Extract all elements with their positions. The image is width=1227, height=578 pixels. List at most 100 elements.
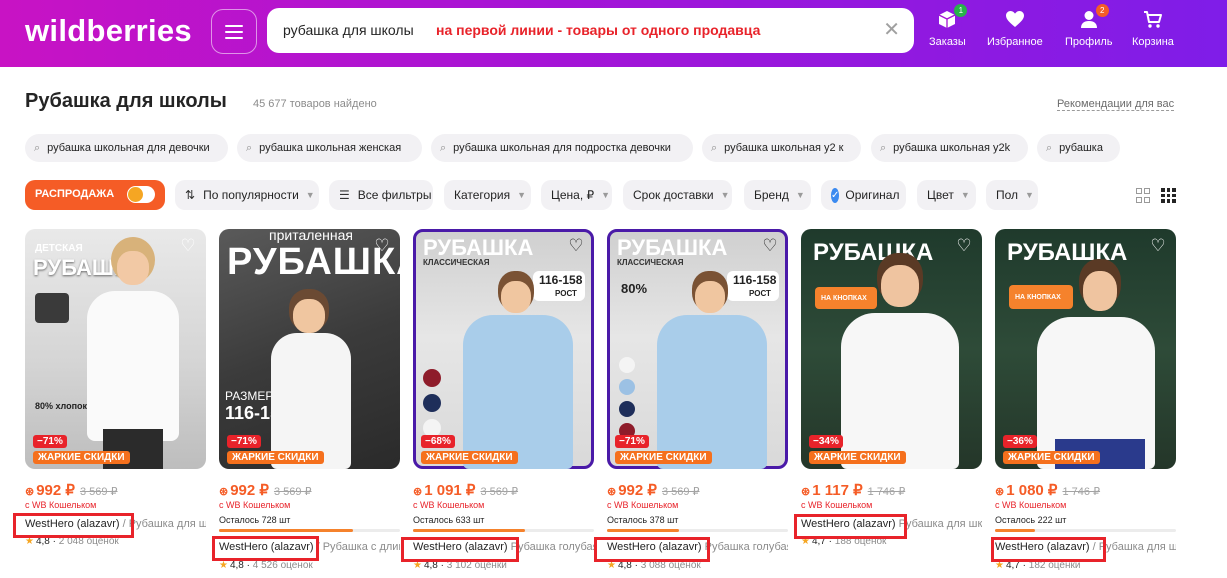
category-label: Категория: [454, 188, 511, 202]
sale-toggle[interactable]: [127, 186, 155, 203]
page-title: Рубашка для школы: [25, 90, 227, 112]
suggestion-chip[interactable]: ⌕ рубашка школьная y2k: [871, 134, 1028, 162]
profile-badge: 2: [1095, 4, 1109, 17]
favorite-icon[interactable]: ♡: [1147, 235, 1169, 257]
photo-caption: 80% хлопок: [35, 401, 88, 411]
child-face: [881, 265, 919, 307]
favorite-icon[interactable]: ♡: [759, 235, 781, 257]
product-name: Рубашка голубая: [704, 541, 788, 553]
promo-tag: ЖАРКИЕ СКИДКИ: [615, 451, 712, 464]
product-photo[interactable]: РУБАШКА КЛАССИЧЕСКАЯ 116-158 РОСТ ♡ −68%…: [413, 229, 594, 469]
results-count: 45 677 товаров найдено: [253, 98, 377, 110]
wallet-note: с WB Кошельком: [219, 500, 291, 510]
clear-icon[interactable]: ✕: [883, 19, 900, 41]
discount-badge: −71%: [227, 435, 261, 448]
product-photo[interactable]: РУБАШКА НА КНОПКАХ ♡ −34% ЖАРКИЕ СКИДКИ: [801, 229, 982, 469]
filters-icon: ☰: [339, 188, 350, 202]
seller-highlight-box: [991, 537, 1106, 562]
color-filter[interactable]: Цвет ▼: [917, 180, 976, 210]
original-filter[interactable]: ✓ Оригинал: [821, 180, 906, 210]
current-price: 992 ₽: [36, 482, 75, 499]
sort-icon: ⇅: [185, 188, 196, 202]
brand-filter[interactable]: Бренд ▼: [744, 180, 811, 210]
wallet-icon: ⊛: [219, 486, 229, 498]
child-face: [1083, 271, 1117, 311]
price: ⊛ 1 117 ₽ 1 746 ₽: [801, 481, 905, 499]
suggestion-chip[interactable]: ⌕ рубашка школьная для девочки: [25, 134, 228, 162]
product-photo[interactable]: приталенная РУБАШКА РАЗМЕРЫ 116-158 ♡ −7…: [219, 229, 400, 469]
old-price: 3 569 ₽: [273, 486, 312, 498]
favorite-icon[interactable]: ♡: [371, 235, 393, 257]
price: ⊛ 992 ₽ 3 569 ₽: [607, 481, 700, 499]
large-grid-view-icon[interactable]: [1136, 188, 1151, 203]
product-card[interactable]: РУБАШКА КЛАССИЧЕСКАЯ 116-158 РОСТ ♡ −68%…: [413, 229, 594, 578]
suggestion-chip[interactable]: ⌕ рубашка: [1037, 134, 1120, 162]
user-icon: 2: [1078, 4, 1109, 30]
category-filter[interactable]: Категория ▼: [444, 180, 531, 210]
wallet-icon: ⊛: [801, 486, 811, 498]
nav-favorites-label: Избранное: [987, 36, 1043, 48]
wallet-note: с WB Кошельком: [607, 500, 679, 510]
discount-badge: −71%: [33, 435, 67, 448]
favorite-icon[interactable]: ♡: [177, 235, 199, 257]
discount-badge: −36%: [1003, 435, 1037, 448]
product-photo[interactable]: РУБАШКА НА КНОПКАХ ♡ −36% ЖАРКИЕ СКИДКИ: [995, 229, 1176, 469]
seller-highlight-box: [212, 536, 319, 561]
original-label: Оригинал: [845, 188, 900, 202]
price: ⊛ 1 091 ₽ 3 569 ₽: [413, 481, 518, 499]
wildberries-logo[interactable]: wildberries: [25, 13, 192, 49]
recommendations-link[interactable]: Рекомендации для вас: [1057, 98, 1175, 111]
product-photo[interactable]: ДЕТСКАЯ РУБАШКА 80% хлопок ♡ −71% ЖАРКИЕ…: [25, 229, 206, 469]
wallet-note: с WB Кошельком: [995, 500, 1067, 510]
current-price: 992 ₽: [618, 482, 657, 499]
stock-bar: [219, 529, 400, 532]
badge-graphic: [35, 293, 69, 323]
product-name: Рубашка голубая: [510, 541, 594, 553]
search-annotation: на первой линии - товары от одного прода…: [436, 22, 761, 38]
rating-value: 4,8: [229, 560, 244, 571]
old-price: 3 569 ₽: [480, 486, 519, 498]
menu-button[interactable]: [211, 9, 257, 54]
color-swatch: [619, 357, 635, 373]
product-card[interactable]: приталенная РУБАШКА РАЗМЕРЫ 116-158 ♡ −7…: [219, 229, 400, 578]
nav-profile[interactable]: 2 Профиль: [1065, 4, 1113, 48]
product-card[interactable]: РУБАШКА НА КНОПКАХ ♡ −36% ЖАРКИЕ СКИДКИ …: [995, 229, 1176, 578]
seller-highlight-box: [13, 513, 134, 538]
stock-left: Осталось 633 шт: [413, 515, 485, 525]
nav-orders[interactable]: 1 Заказы: [929, 4, 968, 48]
all-filters-button[interactable]: ☰ Все фильтры: [329, 180, 433, 210]
photo-caption: 116-158: [733, 273, 777, 287]
suggestion-chip[interactable]: ⌕ рубашка школьная y2 к: [702, 134, 861, 162]
price-filter[interactable]: Цена, ₽ ▼: [541, 180, 612, 210]
wallet-note: с WB Кошельком: [801, 500, 873, 510]
product-card[interactable]: РУБАШКА КЛАССИЧЕСКАЯ 80% 116-158 РОСТ ♡ …: [607, 229, 788, 578]
nav-favorites[interactable]: Избранное: [987, 8, 1043, 48]
suggestion-label: рубашка: [1059, 142, 1103, 154]
current-price: 1 091 ₽: [424, 482, 476, 499]
sort-button[interactable]: ⇅ По популярности ▼: [175, 180, 319, 210]
search-bar[interactable]: рубашка для школы на первой линии - това…: [267, 8, 914, 53]
search-icon: ⌕: [440, 141, 447, 154]
stock-bar: [995, 529, 1176, 532]
seller-highlight-box: [794, 514, 907, 539]
child-face: [501, 281, 531, 313]
menu-icon-line: [225, 24, 243, 27]
product-photo[interactable]: РУБАШКА КЛАССИЧЕСКАЯ 80% 116-158 РОСТ ♡ …: [607, 229, 788, 469]
sale-filter[interactable]: РАСПРОДАЖА: [25, 180, 165, 210]
suggestion-chip[interactable]: ⌕ рубашка школьная для подростка девочки: [431, 134, 693, 162]
small-grid-view-icon[interactable]: [1161, 188, 1176, 203]
suggestion-chip[interactable]: ⌕ рубашка школьная женская: [237, 134, 422, 162]
promo-tag: ЖАРКИЕ СКИДКИ: [227, 451, 324, 464]
menu-icon-line: [225, 30, 243, 33]
rating: ★ 4,8 · 4 526 оценок: [219, 560, 313, 571]
favorite-icon[interactable]: ♡: [565, 235, 587, 257]
favorite-icon[interactable]: ♡: [953, 235, 975, 257]
delivery-filter[interactable]: Срок доставки ▼: [623, 180, 732, 210]
search-input[interactable]: рубашка для школы: [283, 22, 414, 38]
gender-filter[interactable]: Пол ▼: [986, 180, 1038, 210]
color-swatch: [423, 369, 441, 387]
photo-caption: 80%: [621, 281, 648, 296]
cart-icon: [1142, 8, 1164, 30]
nav-cart[interactable]: Корзина: [1132, 8, 1174, 48]
seller-highlight-box: [594, 537, 710, 562]
